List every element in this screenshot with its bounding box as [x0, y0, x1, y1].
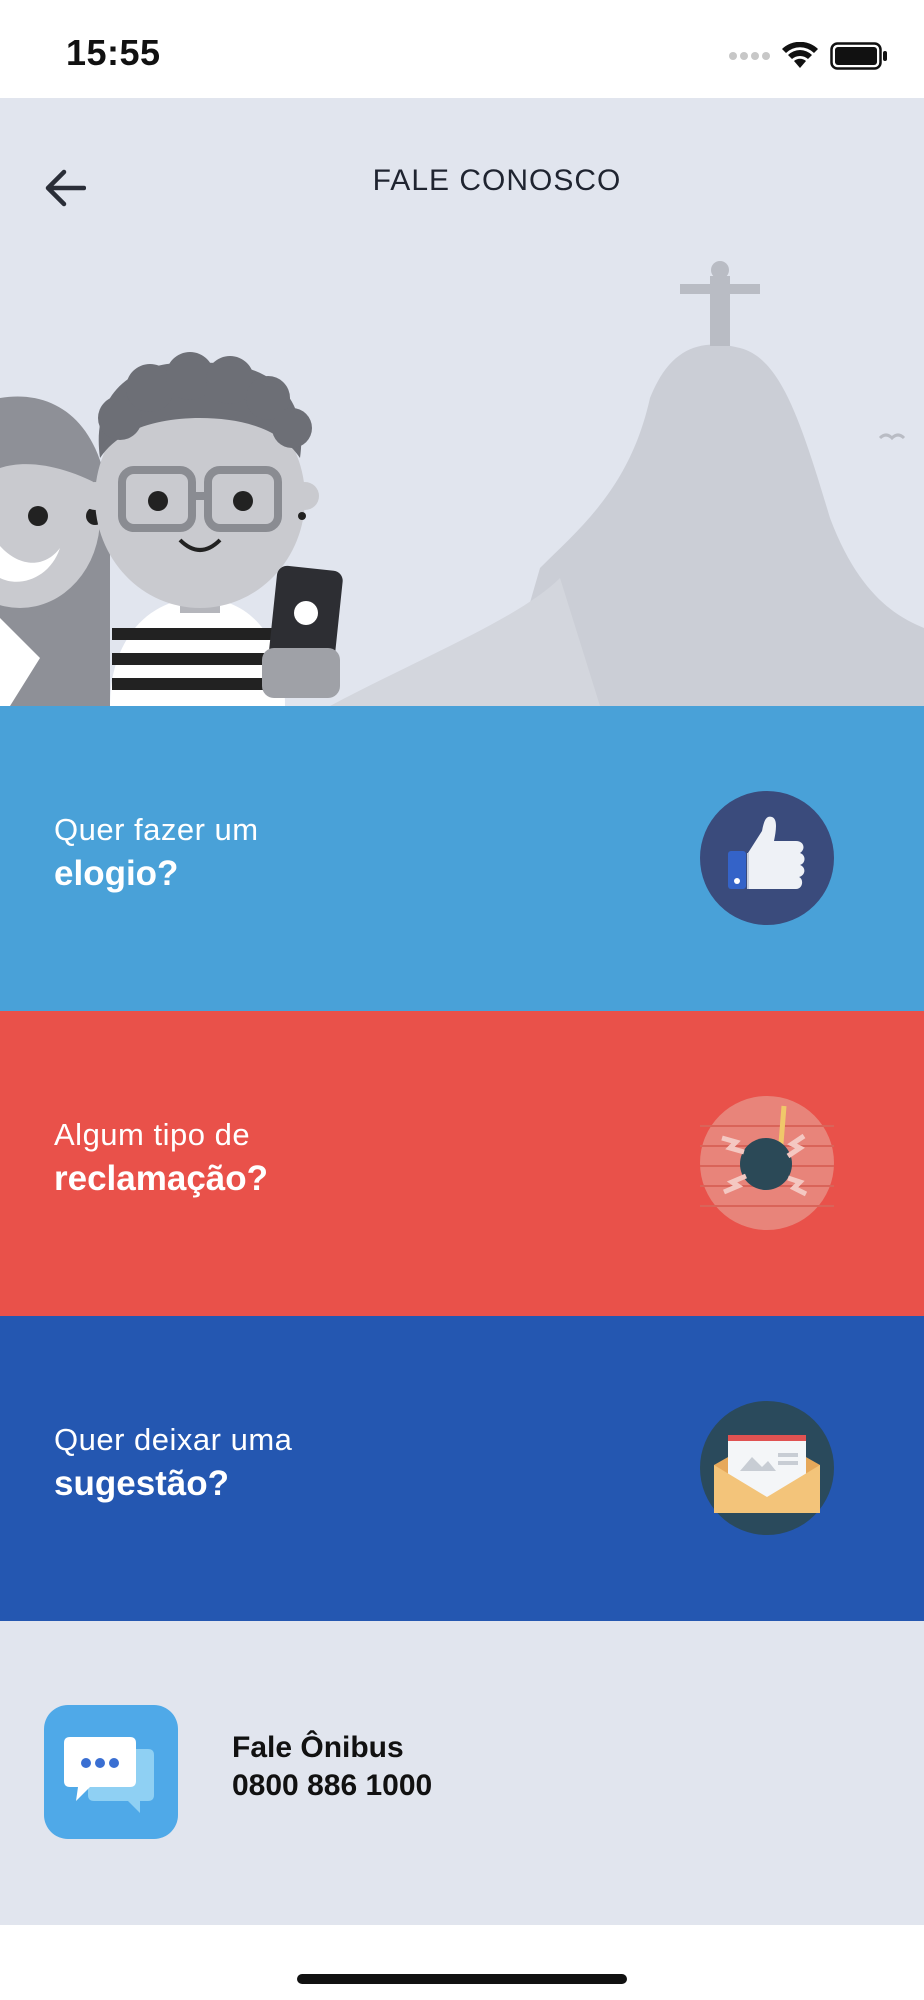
- complaint-option[interactable]: Algum tipo de reclamação?: [0, 1011, 924, 1316]
- contact-chat-button[interactable]: [44, 1705, 178, 1839]
- header-banner: FALE CONOSCO: [0, 98, 924, 706]
- signal-icon: [729, 52, 770, 60]
- praise-option[interactable]: Quer fazer um elogio?: [0, 706, 924, 1011]
- chat-bubbles-icon: [64, 1737, 154, 1813]
- praise-option-line1: Quer fazer um: [54, 812, 259, 847]
- complaint-option-line1: Algum tipo de: [54, 1117, 251, 1152]
- suggestion-option-line2: sugestão?: [54, 1464, 230, 1503]
- page-title: FALE CONOSCO: [372, 164, 622, 197]
- envelope-icon: [700, 1401, 834, 1535]
- suggestion-option[interactable]: Quer deixar uma sugestão?: [0, 1316, 924, 1621]
- contact-phone-link[interactable]: 0800 886 1000: [232, 1769, 432, 1803]
- home-indicator-area: [0, 1925, 924, 2000]
- contact-name: Fale Ônibus: [232, 1731, 404, 1764]
- contact-section: Fale Ônibus 0800 886 1000: [0, 1621, 924, 1925]
- suggestion-option-line1: Quer deixar uma: [54, 1422, 293, 1457]
- battery-icon: [830, 42, 887, 70]
- status-time: 15:55: [66, 32, 161, 73]
- bomb-icon: [700, 1096, 834, 1230]
- thumbs-up-icon: [700, 791, 834, 925]
- status-bar: 15:55: [0, 0, 924, 98]
- wifi-icon: [782, 42, 818, 68]
- complaint-option-line2: reclamação?: [54, 1159, 269, 1198]
- home-indicator[interactable]: [297, 1974, 627, 1984]
- status-icons: [728, 38, 888, 74]
- praise-option-line2: elogio?: [54, 854, 179, 893]
